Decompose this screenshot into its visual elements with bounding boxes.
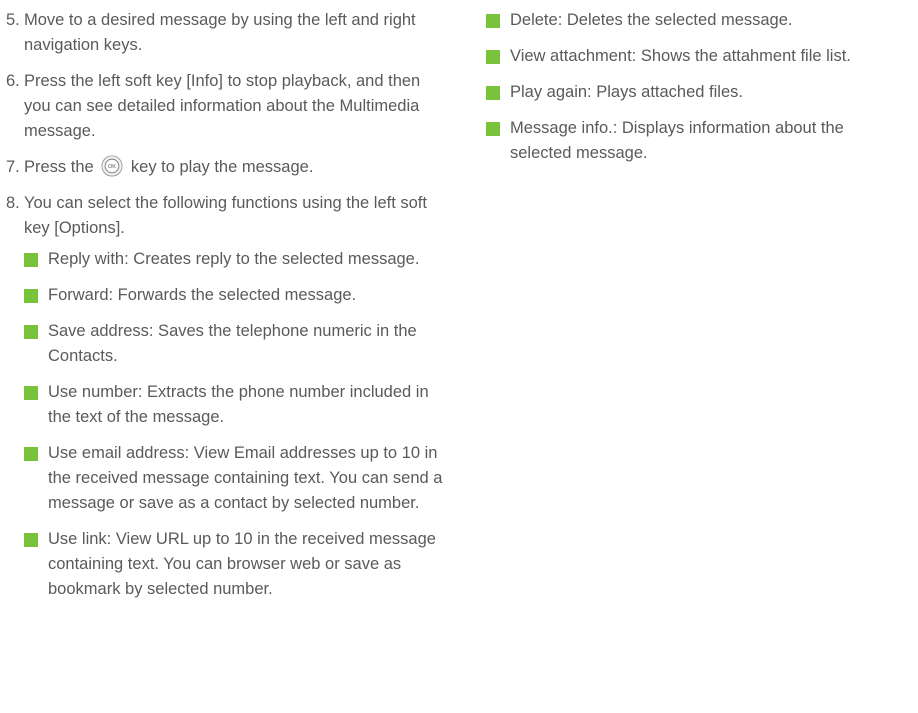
list-item-text: Save address: Saves the telephone numeri… [48, 322, 417, 365]
list-item: Message info.: Displays information abou… [486, 116, 906, 166]
left-column: 5. Move to a desired message by using th… [6, 8, 446, 613]
list-item: Forward: Forwards the selected message. [24, 283, 446, 308]
step-text: Move to a desired message by using the l… [24, 11, 416, 54]
bullet-square-icon [24, 447, 38, 461]
list-item-text: Use link: View URL up to 10 in the recei… [48, 530, 436, 598]
list-item-text: Forward: Forwards the selected message. [48, 286, 357, 304]
step-6: 6. Press the left soft key [Info] to sto… [6, 69, 446, 144]
right-column: Delete: Deletes the selected message. Vi… [486, 8, 906, 177]
list-item: View attachment: Shows the attahment fil… [486, 44, 906, 69]
step-text-before: Press the [24, 158, 94, 176]
step-text: Press the left soft key [Info] to stop p… [24, 72, 421, 140]
list-item: Save address: Saves the telephone numeri… [24, 319, 446, 369]
step-8: 8. You can select the following function… [6, 191, 446, 602]
step-5: 5. Move to a desired message by using th… [6, 8, 446, 58]
list-item: Use number: Extracts the phone number in… [24, 380, 446, 430]
bullet-square-icon [24, 253, 38, 267]
step-text: You can select the following functions u… [24, 194, 427, 237]
list-item-text: View attachment: Shows the attahment fil… [510, 47, 851, 65]
bullet-square-icon [24, 325, 38, 339]
list-item: Delete: Deletes the selected message. [486, 8, 906, 33]
list-item: Use email address: View Email addresses … [24, 441, 446, 516]
bullet-square-icon [24, 386, 38, 400]
list-item: Play again: Plays attached files. [486, 80, 906, 105]
list-item: Reply with: Creates reply to the selecte… [24, 247, 446, 272]
step-number: 6. [6, 72, 20, 90]
bullet-square-icon [486, 14, 500, 28]
list-item-text: Use number: Extracts the phone number in… [48, 383, 429, 426]
step-text-after: key to play the message. [130, 158, 314, 176]
step-7: 7. Press the OK key to play the message. [6, 155, 446, 180]
bullet-square-icon [24, 533, 38, 547]
options-list-continued: Delete: Deletes the selected message. Vi… [486, 8, 906, 166]
bullet-square-icon [486, 50, 500, 64]
ok-key-icon: OK [101, 155, 123, 177]
ok-key-label: OK [108, 164, 116, 170]
bullet-square-icon [486, 86, 500, 100]
list-item: Use link: View URL up to 10 in the recei… [24, 527, 446, 602]
list-item-text: Reply with: Creates reply to the selecte… [48, 250, 420, 268]
list-item-text: Delete: Deletes the selected message. [510, 11, 793, 29]
step-number: 8. [6, 194, 20, 212]
options-list: Reply with: Creates reply to the selecte… [24, 247, 446, 602]
step-number: 7. [6, 158, 20, 176]
bullet-square-icon [486, 122, 500, 136]
list-item-text: Use email address: View Email addresses … [48, 444, 443, 512]
bullet-square-icon [24, 289, 38, 303]
list-item-text: Message info.: Displays information abou… [510, 119, 844, 162]
step-text: Press the OK key to play the message. [24, 155, 314, 177]
step-number: 5. [6, 11, 20, 29]
list-item-text: Play again: Plays attached files. [510, 83, 743, 101]
